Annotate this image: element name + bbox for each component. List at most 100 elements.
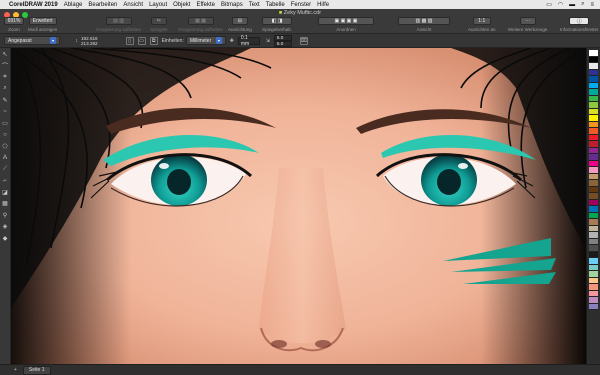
all-pages-icon[interactable]: ▭ xyxy=(137,36,146,45)
zoom-caption: Zoom xyxy=(8,27,20,32)
zoom-control: 691% Zoom xyxy=(4,17,24,32)
dup-x-field[interactable]: 5.0 xyxy=(273,34,292,41)
eyedropper-icon[interactable]: ⚲ xyxy=(1,211,9,219)
face-illustration xyxy=(11,48,586,364)
more-tools-caption: Weitere Werkzeuge xyxy=(508,27,548,32)
interactive-fill-icon[interactable]: ◈ xyxy=(1,223,9,231)
units-label: Einheiten: xyxy=(161,37,184,44)
ungroup-control: ▤ ▥ Gruppierung aufheben xyxy=(96,17,141,32)
more-tools-button[interactable]: ⋯ xyxy=(519,17,536,25)
left-nostril xyxy=(271,340,287,348)
align-to-select[interactable]: 1:1 xyxy=(472,17,491,25)
mode-control: Erweitert Modi anzeigen xyxy=(28,17,57,32)
mirror-control: ⇆ Spiegeln xyxy=(150,17,168,32)
ungroup-caption: Gruppierung aufheben xyxy=(96,27,142,32)
align-control: ⊟ Ausrichtung xyxy=(228,17,252,32)
freehand-icon[interactable]: ✎ xyxy=(1,96,9,104)
view-buttons[interactable]: ▥ ▦ ▧ xyxy=(398,17,450,25)
menu-tabelle[interactable]: Tabelle xyxy=(266,2,285,8)
align-caption: Ausrichtung xyxy=(228,27,252,32)
drawing-canvas[interactable] xyxy=(11,48,586,364)
align-button[interactable]: ⊟ xyxy=(231,17,248,25)
menu-ansicht[interactable]: Ansicht xyxy=(123,2,143,8)
connector-icon[interactable]: ⌐ xyxy=(1,177,9,185)
arrange-control: ▣ ▣ ▣ ▣ Anordnen xyxy=(318,17,374,32)
wifi-icon[interactable]: ◠ xyxy=(558,1,563,8)
more-tools-control: ⋯ Weitere Werkzeuge xyxy=(508,17,547,32)
chevron-down-icon: ▾ xyxy=(50,37,56,44)
menu-hilfe[interactable]: Hilfe xyxy=(317,2,329,8)
add-page-icon[interactable]: + xyxy=(14,367,17,373)
preset-value: Angepasst xyxy=(8,37,32,44)
nudge-field[interactable]: 0.1 mm xyxy=(237,35,260,47)
ungroup-all-control: ▦ ▦ Gruppierung aufheben xyxy=(178,17,223,32)
position-fields: 192.616 213.292 xyxy=(81,36,98,46)
toolbox: ↖ ⌒ ⌗ ⌕ ✎ ~ ▭ ○ ⬠ A ⟋ ⌐ ◪ ▦ ⚲ ◈ ◆ xyxy=(0,48,11,364)
duplicate-distance-icon: ⇲ xyxy=(265,37,270,44)
view-caption: Ansicht xyxy=(416,27,432,32)
dup-y-field[interactable]: 5.0 xyxy=(273,40,292,47)
rectangle-icon[interactable]: ▭ xyxy=(1,119,9,127)
view-control: ▥ ▦ ▧ Ansicht xyxy=(398,17,450,32)
ungroup-all-button[interactable]: ▦ ▦ xyxy=(187,17,214,25)
menu-text[interactable]: Text xyxy=(249,2,260,8)
units-select[interactable]: Millimeter ▾ xyxy=(185,36,226,45)
menu-layout[interactable]: Layout xyxy=(149,2,167,8)
y-field[interactable]: 213.292 xyxy=(81,41,98,46)
ungroup-button[interactable]: ▤ ▥ xyxy=(105,17,132,25)
mirror-behaviour-control: ◧ ◨ Spiegelverhalt. xyxy=(262,17,292,32)
units-value: Millimeter xyxy=(189,37,212,44)
menu-bar: CorelDRAW 2019 Ablage Bearbeiten Ansicht… xyxy=(0,0,600,9)
artistic-media-icon[interactable]: ~ xyxy=(1,108,9,116)
polygon-icon[interactable]: ⬠ xyxy=(1,142,9,150)
chevron-down-icon: ▾ xyxy=(215,37,222,44)
color-palette xyxy=(586,48,600,364)
menu-ablage[interactable]: Ablage xyxy=(64,2,83,8)
current-page-icon[interactable]: ⧉ xyxy=(149,36,158,45)
menu-app-name[interactable]: CorelDRAW 2019 xyxy=(9,2,58,8)
page-border-icon[interactable]: ⌧ xyxy=(299,36,308,45)
smart-fill-icon[interactable]: ◆ xyxy=(1,234,9,242)
text-icon[interactable]: A xyxy=(1,154,9,162)
preset-select[interactable]: Angepasst ▾ xyxy=(4,36,60,45)
menu-effekte[interactable]: Effekte xyxy=(196,2,215,8)
info-window-control: ⓘ Informationsfenster xyxy=(560,17,599,32)
color-swatch[interactable] xyxy=(589,303,598,310)
pointer-icon[interactable]: ↖ xyxy=(1,50,9,58)
ellipse-icon[interactable]: ○ xyxy=(1,131,9,139)
menu-bearbeiten[interactable]: Bearbeiten xyxy=(88,2,117,8)
arrange-caption: Anordnen xyxy=(336,27,356,32)
arrange-buttons[interactable]: ▣ ▣ ▣ ▣ xyxy=(318,17,374,25)
mode-caption: Modi anzeigen xyxy=(28,27,58,32)
parallel-dimension-icon[interactable]: ⟋ xyxy=(1,165,9,173)
search-icon[interactable]: ⌕ xyxy=(581,1,584,8)
mirror-behaviour-caption: Spiegelverhalt. xyxy=(262,27,292,32)
freeform-icon[interactable]: ⌒ xyxy=(1,62,9,70)
mirror-button[interactable]: ⇆ xyxy=(150,17,167,25)
main-toolbar: ■ Zeky Muftic.cdr 691% Zoom Erweitert Mo… xyxy=(0,9,600,34)
info-window-caption: Informationsfenster xyxy=(560,27,599,32)
page-tab[interactable]: Seite 1 xyxy=(22,365,51,375)
cast-icon[interactable]: ▭ xyxy=(546,1,552,8)
duplicate-distance-fields: 5.0 5.0 xyxy=(273,34,292,47)
crop-icon[interactable]: ⌗ xyxy=(1,73,9,81)
menu-objekt[interactable]: Objekt xyxy=(173,2,190,8)
mirror-behaviour-button[interactable]: ◧ ◨ xyxy=(262,17,292,25)
nudge-icon: ✥ xyxy=(229,37,234,44)
align-to-control: 1:1 Ausrichten an xyxy=(468,17,496,32)
mode-select[interactable]: Erweitert xyxy=(28,17,57,25)
transparency-icon[interactable]: ▦ xyxy=(1,200,9,208)
zoom-select[interactable]: 691% xyxy=(4,17,24,25)
battery-icon[interactable]: ▬ xyxy=(569,2,575,8)
info-window-button[interactable]: ⓘ xyxy=(569,17,590,25)
menu-icon[interactable]: ≡ xyxy=(590,2,594,8)
position-icon: ↕ xyxy=(75,37,78,44)
document-title: ■ Zeky Muftic.cdr xyxy=(278,10,322,16)
menubar-status: ▭ ◠ ▬ ⌕ ≡ xyxy=(546,1,600,8)
zoom-icon[interactable]: ⌕ xyxy=(1,85,9,93)
page-orientation-icon[interactable]: ▯ xyxy=(125,36,134,45)
right-nostril xyxy=(315,340,331,348)
drop-shadow-icon[interactable]: ◪ xyxy=(1,188,9,196)
menu-bitmaps[interactable]: Bitmaps xyxy=(221,2,243,8)
menu-fenster[interactable]: Fenster xyxy=(291,2,311,8)
